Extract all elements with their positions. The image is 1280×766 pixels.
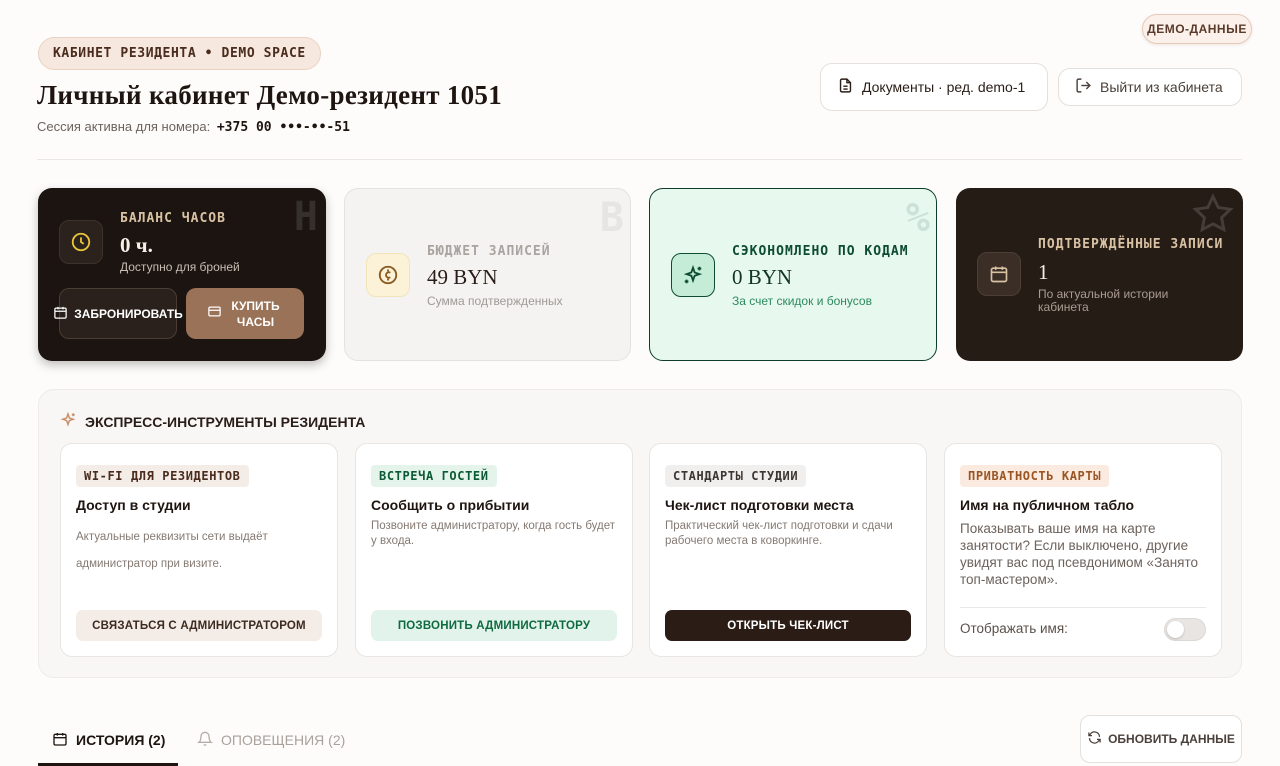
balance-label: БАЛАНС ЧАСОВ bbox=[120, 211, 226, 226]
saved-by-codes-card: % СЭКОНОМЛЕНО ПО КОДАМ 0 BYN За счет ски… bbox=[649, 188, 937, 361]
tool-card-guests: ВСТРЕЧА ГОСТЕЙ Сообщить о прибытии Позво… bbox=[355, 443, 633, 657]
tool-description: Позвоните администратору, когда гость бу… bbox=[371, 520, 616, 547]
express-tools-title-text: ЭКСПРЕСС-ИНСТРУМЕНТЫ РЕЗИДЕНТА bbox=[85, 413, 366, 430]
refresh-data-button[interactable]: ОБНОВИТЬ ДАННЫЕ bbox=[1080, 715, 1242, 763]
tab-history-label: ИСТОРИЯ (2) bbox=[76, 732, 166, 748]
confirmed-value: 1 bbox=[1038, 260, 1049, 284]
tab-alerts-label: ОПОВЕЩЕНИЯ (2) bbox=[221, 732, 346, 748]
saved-watermark: % bbox=[905, 195, 930, 241]
page-title: Личный кабинет Демо-резидент 1051 bbox=[37, 80, 503, 110]
header-divider bbox=[37, 159, 1242, 160]
tab-alerts[interactable]: ОПОВЕЩЕНИЯ (2) bbox=[196, 716, 346, 764]
calendar-icon bbox=[53, 305, 68, 323]
clock-icon bbox=[59, 220, 103, 264]
call-admin-button[interactable]: ПОЗВОНИТЬ АДМИНИСТРАТОРУ bbox=[371, 610, 617, 641]
coin-icon bbox=[366, 253, 410, 297]
budget-value: 49 BYN bbox=[427, 265, 498, 289]
calendar-icon bbox=[977, 252, 1021, 296]
refresh-data-label: ОБНОВИТЬ ДАННЫЕ bbox=[1108, 732, 1235, 746]
bookings-budget-card: B БЮДЖЕТ ЗАПИСЕЙ 49 BYN Сумма подтвержде… bbox=[344, 188, 631, 361]
tool-card-standards: СТАНДАРТЫ СТУДИИ Чек-лист подготовки мес… bbox=[649, 443, 927, 657]
wallet-icon bbox=[207, 304, 222, 323]
saved-sub: За счет скидок и бонусов bbox=[732, 294, 872, 308]
tool-tag: СТАНДАРТЫ СТУДИИ bbox=[665, 465, 807, 487]
session-info: Сессия активна для номера: +375 00 •••-•… bbox=[37, 119, 350, 135]
saved-value: 0 BYN bbox=[732, 265, 793, 289]
confirmed-bookings-card: ПОДТВЕРЖДЁННЫЕ ЗАПИСИ 1 По актуальной ис… bbox=[956, 188, 1243, 361]
book-button-label: ЗАБРОНИРОВАТЬ bbox=[74, 306, 183, 321]
tool-tag: WI-FI ДЛЯ РЕЗИДЕНТОВ bbox=[76, 465, 249, 487]
logout-button[interactable]: Выйти из кабинета bbox=[1058, 68, 1242, 106]
confirmed-sub: По актуальной истории кабинета bbox=[1038, 287, 1169, 314]
documents-button-label: Документы · ред. demo-1 bbox=[862, 79, 1026, 95]
book-button[interactable]: ЗАБРОНИРОВАТЬ bbox=[54, 288, 183, 339]
tool-description: Практический чек-лист подготовки и сдачи… bbox=[665, 520, 893, 547]
tool-card-wifi: WI-FI ДЛЯ РЕЗИДЕНТОВ Доступ в студии Акт… bbox=[60, 443, 338, 657]
tool-tag: ВСТРЕЧА ГОСТЕЙ bbox=[371, 465, 497, 487]
tool-title: Имя на публичном табло bbox=[960, 497, 1135, 513]
refresh-icon bbox=[1087, 730, 1102, 748]
buy-hours-label: КУПИТЬ ЧАСЫ bbox=[231, 298, 280, 329]
privacy-divider bbox=[960, 607, 1206, 608]
tool-description: Актуальные реквизиты сети выдаёт админис… bbox=[76, 531, 268, 570]
documents-button[interactable]: Документы · ред. demo-1 bbox=[820, 63, 1048, 111]
tool-description: Показывать ваше имя на карте занятости? … bbox=[960, 521, 1199, 587]
session-phone: +375 00 •••-••-51 bbox=[216, 120, 350, 135]
balance-sub: Доступно для броней bbox=[120, 260, 240, 274]
budget-sub: Сумма подтвержденных bbox=[427, 294, 563, 308]
tool-title: Доступ в студии bbox=[76, 497, 191, 513]
logout-icon bbox=[1075, 77, 1092, 97]
tool-card-privacy: ПРИВАТНОСТЬ КАРТЫ Имя на публичном табло… bbox=[944, 443, 1222, 657]
show-name-label: Отображать имя: bbox=[960, 621, 1068, 636]
budget-label: БЮДЖЕТ ЗАПИСЕЙ bbox=[427, 244, 551, 259]
balance-watermark: H bbox=[293, 194, 318, 240]
calendar-icon bbox=[52, 731, 68, 750]
contact-admin-button[interactable]: СВЯЗАТЬСЯ С АДМИНИСТРАТОРОМ bbox=[76, 610, 322, 641]
express-tools-title: ЭКСПРЕСС-ИНСТРУМЕНТЫ РЕЗИДЕНТА bbox=[59, 411, 365, 432]
balance-value: 0 ч. bbox=[120, 233, 153, 257]
sparkles-icon bbox=[671, 253, 715, 297]
express-tools-panel: ЭКСПРЕСС-ИНСТРУМЕНТЫ РЕЗИДЕНТА WI-FI ДЛЯ… bbox=[38, 389, 1242, 678]
logout-button-label: Выйти из кабинета bbox=[1100, 79, 1223, 95]
session-label: Сессия активна для номера: bbox=[37, 119, 211, 134]
tool-tag: ПРИВАТНОСТЬ КАРТЫ bbox=[960, 465, 1110, 487]
document-icon bbox=[837, 77, 854, 97]
tool-title: Чек-лист подготовки места bbox=[665, 497, 854, 513]
tab-history[interactable]: ИСТОРИЯ (2) bbox=[52, 716, 165, 764]
bell-icon bbox=[196, 731, 214, 750]
sparkles-icon bbox=[59, 411, 77, 432]
buy-hours-button[interactable]: КУПИТЬ ЧАСЫ bbox=[186, 288, 304, 339]
open-checklist-button[interactable]: ОТКРЫТЬ ЧЕК-ЛИСТ bbox=[665, 610, 911, 641]
confirmed-label: ПОДТВЕРЖДЁННЫЕ ЗАПИСИ bbox=[1038, 237, 1224, 252]
demo-data-badge: ДЕМО-ДАННЫЕ bbox=[1142, 14, 1252, 44]
breadcrumb: КАБИНЕТ РЕЗИДЕНТА • DEMO SPACE bbox=[38, 37, 321, 70]
hours-balance-card: H БАЛАНС ЧАСОВ 0 ч. Доступно для броней … bbox=[38, 188, 326, 361]
show-name-toggle[interactable] bbox=[1164, 618, 1206, 641]
saved-label: СЭКОНОМЛЕНО ПО КОДАМ bbox=[732, 244, 909, 259]
budget-watermark: B bbox=[599, 195, 624, 241]
tool-title: Сообщить о прибытии bbox=[371, 497, 530, 513]
